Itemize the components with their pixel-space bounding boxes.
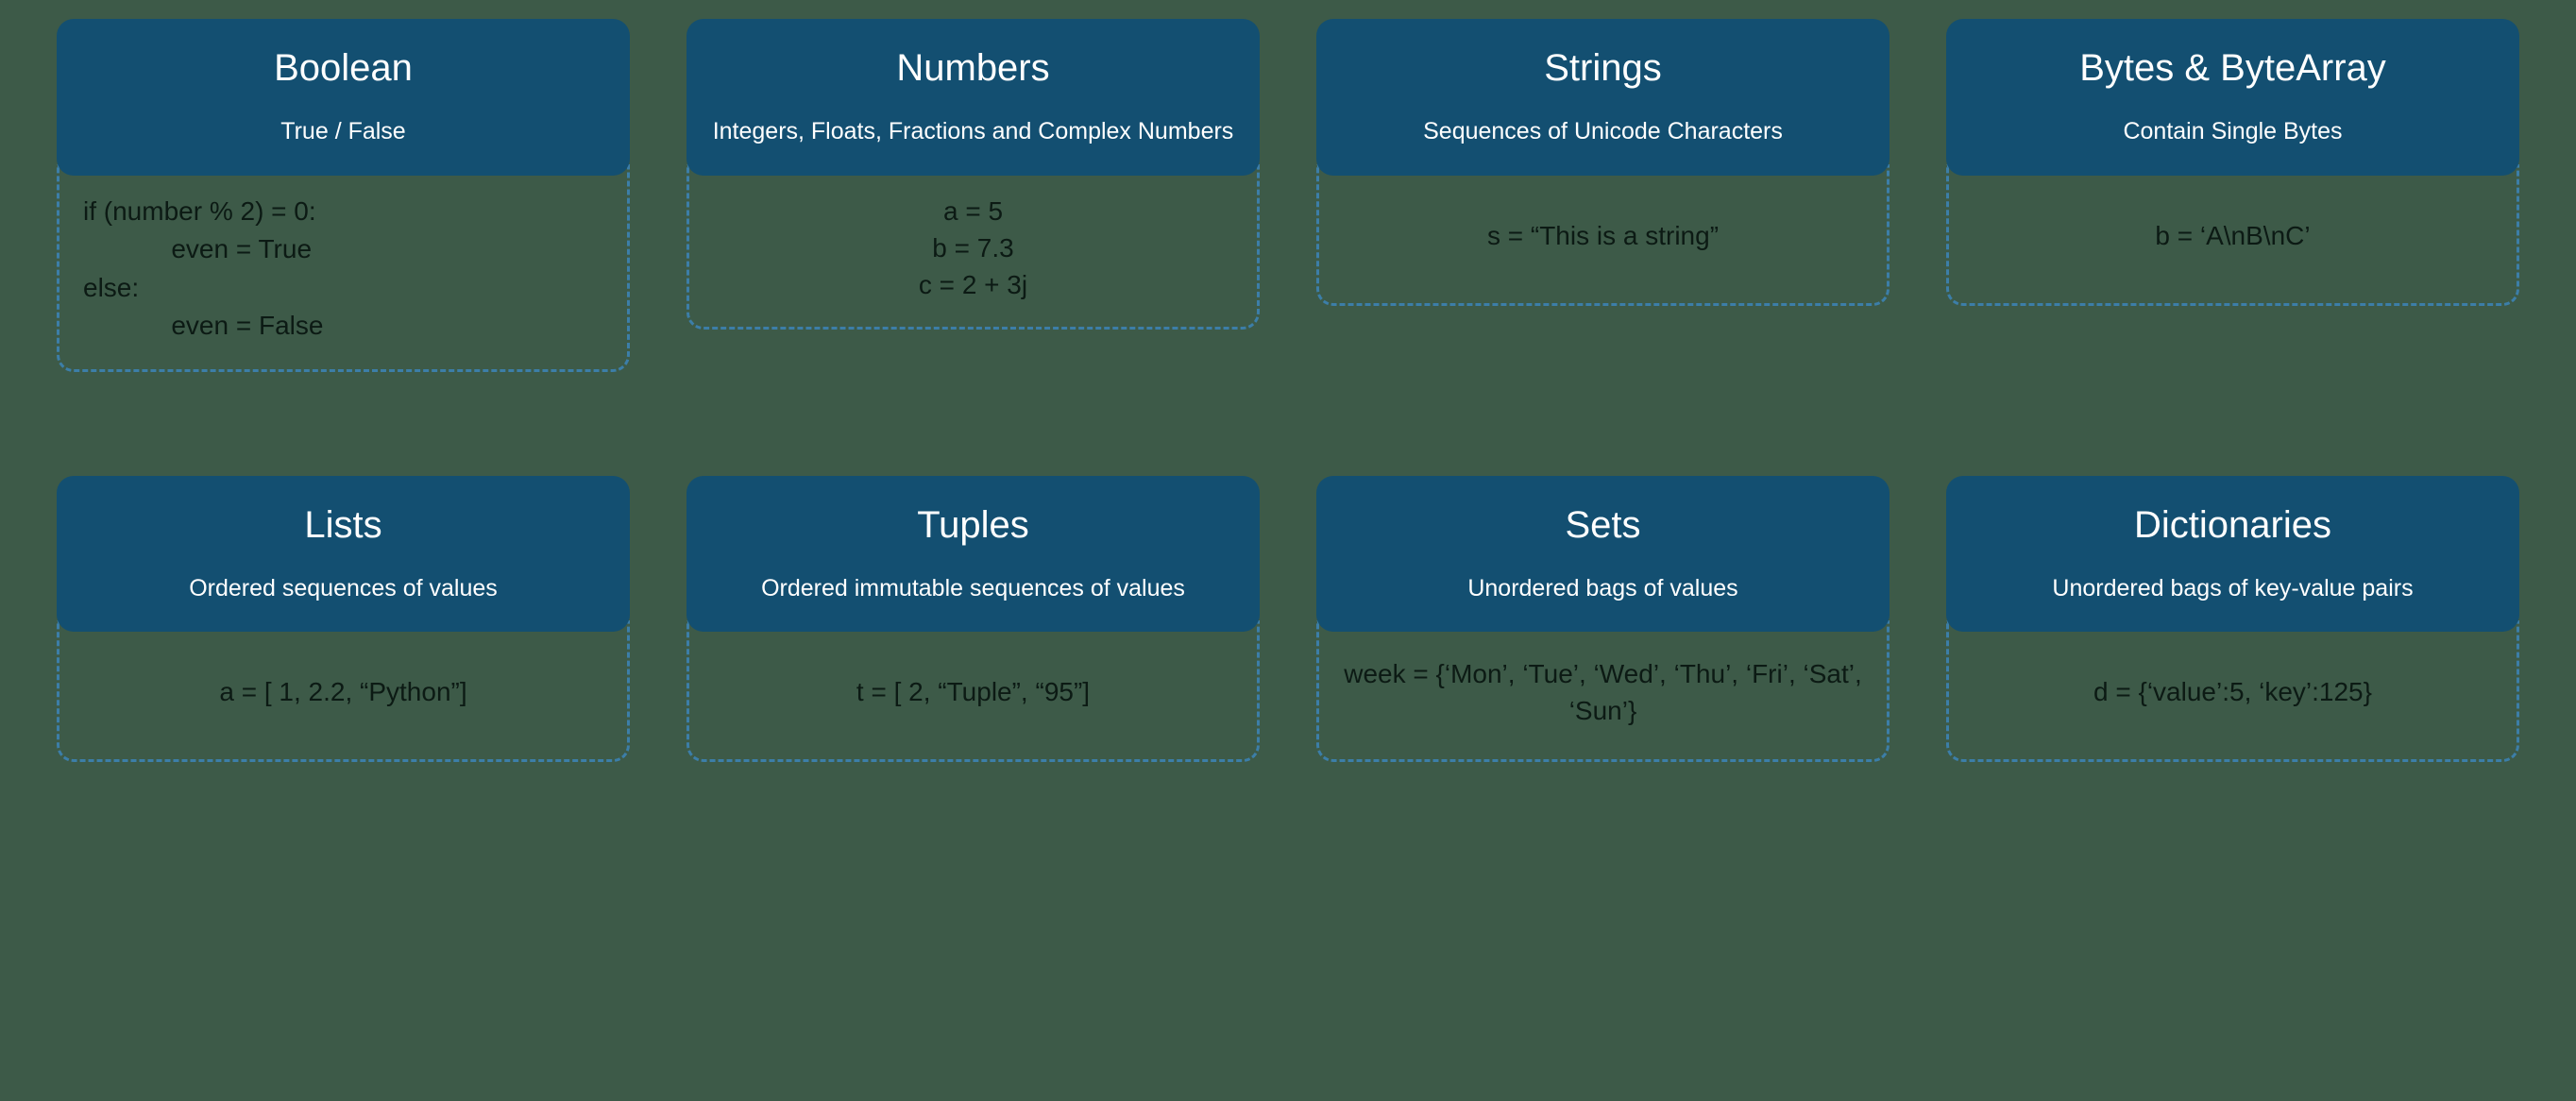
card-title: Dictionaries (1965, 504, 2500, 547)
card-header: Sets Unordered bags of values (1316, 476, 1890, 633)
card-title: Lists (76, 504, 611, 547)
card-subtitle: Ordered sequences of values (76, 573, 611, 604)
card-title: Strings (1335, 47, 1871, 90)
card-body: week = {‘Mon’, ‘Tue’, ‘Wed’, ‘Thu’, ‘Fri… (1316, 620, 1890, 762)
card-numbers: Numbers Integers, Floats, Fractions and … (686, 19, 1260, 372)
card-title: Boolean (76, 47, 611, 90)
card-title: Sets (1335, 504, 1871, 547)
card-header: Numbers Integers, Floats, Fractions and … (686, 19, 1260, 176)
card-bytes: Bytes & ByteArray Contain Single Bytes b… (1946, 19, 2519, 372)
card-subtitle: Contain Single Bytes (1965, 116, 2500, 147)
card-header: Tuples Ordered immutable sequences of va… (686, 476, 1260, 633)
card-title: Bytes & ByteArray (1965, 47, 2500, 90)
card-subtitle: True / False (76, 116, 611, 147)
card-header: Boolean True / False (57, 19, 630, 176)
datatype-grid: Boolean True / False if (number % 2) = 0… (57, 19, 2519, 762)
card-subtitle: Ordered immutable sequences of values (705, 573, 1241, 604)
card-sets: Sets Unordered bags of values week = {‘M… (1316, 476, 1890, 763)
card-boolean: Boolean True / False if (number % 2) = 0… (57, 19, 630, 372)
card-body: a = [ 1, 2.2, “Python”] (57, 620, 630, 762)
card-header: Dictionaries Unordered bags of key-value… (1946, 476, 2519, 633)
card-body: b = ‘A\nB\nC’ (1946, 164, 2519, 306)
card-header: Lists Ordered sequences of values (57, 476, 630, 633)
card-subtitle: Integers, Floats, Fractions and Complex … (705, 116, 1241, 147)
card-body: s = “This is a string” (1316, 164, 1890, 306)
card-title: Tuples (705, 504, 1241, 547)
card-title: Numbers (705, 47, 1241, 90)
card-body: a = 5 b = 7.3 c = 2 + 3j (686, 164, 1260, 330)
card-body: d = {‘value’:5, ‘key’:125} (1946, 620, 2519, 762)
card-header: Strings Sequences of Unicode Characters (1316, 19, 1890, 176)
card-subtitle: Unordered bags of values (1335, 573, 1871, 604)
card-tuples: Tuples Ordered immutable sequences of va… (686, 476, 1260, 763)
card-strings: Strings Sequences of Unicode Characters … (1316, 19, 1890, 372)
card-subtitle: Unordered bags of key-value pairs (1965, 573, 2500, 604)
card-body: if (number % 2) = 0: even = True else: e… (57, 164, 630, 372)
card-body: t = [ 2, “Tuple”, “95”] (686, 620, 1260, 762)
card-header: Bytes & ByteArray Contain Single Bytes (1946, 19, 2519, 176)
card-dictionaries: Dictionaries Unordered bags of key-value… (1946, 476, 2519, 763)
card-lists: Lists Ordered sequences of values a = [ … (57, 476, 630, 763)
card-subtitle: Sequences of Unicode Characters (1335, 116, 1871, 147)
